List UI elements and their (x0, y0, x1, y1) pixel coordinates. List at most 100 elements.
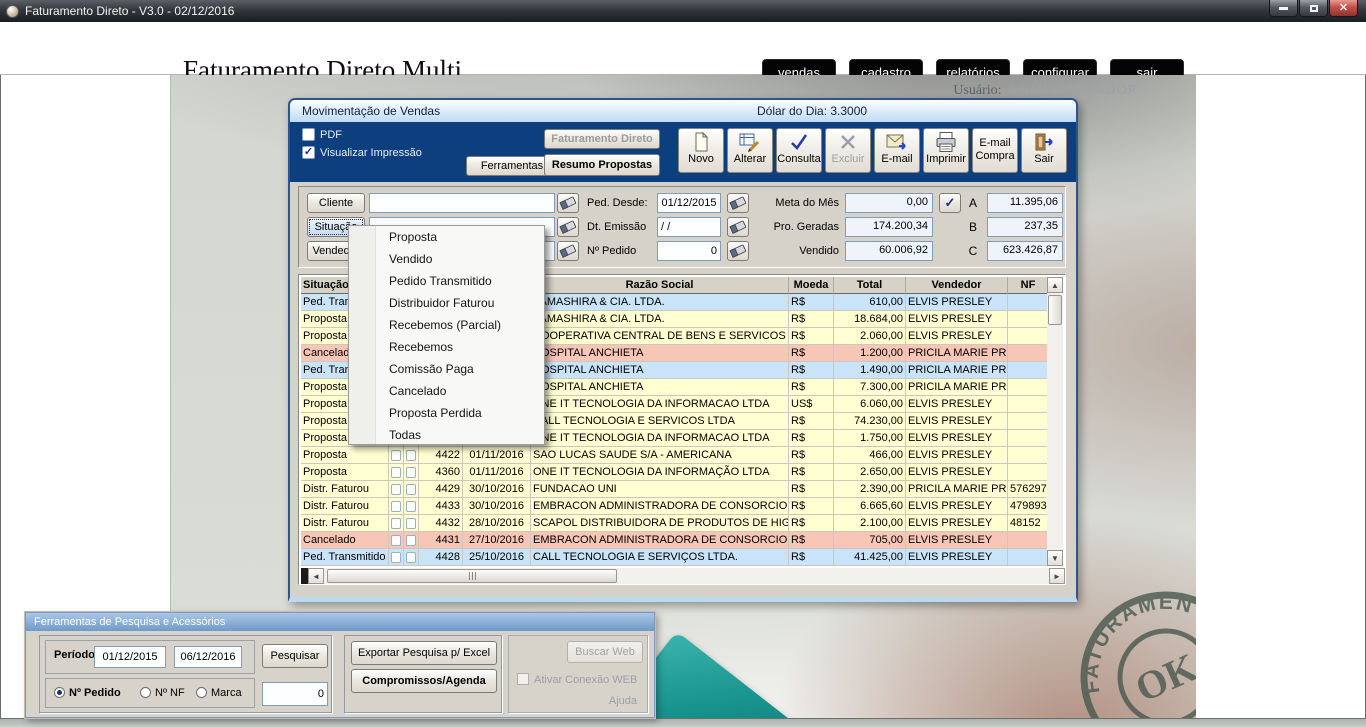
restore-button[interactable] (1299, 0, 1328, 17)
menu-item-todas[interactable]: Todas (349, 424, 544, 446)
radio-n-nf[interactable]: Nº NF (140, 679, 185, 707)
cell-cb1[interactable] (389, 464, 404, 481)
table-row[interactable]: Distr. Faturou442930/10/2016FUNDACAO UNI… (301, 481, 1049, 498)
vscroll-thumb[interactable] (1048, 295, 1062, 325)
column-header-moeda[interactable]: Moeda (789, 277, 834, 294)
row-checkbox[interactable] (406, 518, 416, 529)
horizontal-scrollbar[interactable]: ◄ ► (301, 568, 1065, 584)
radio-icon[interactable] (140, 687, 151, 698)
close-button[interactable]: ✕ (1329, 0, 1358, 17)
periodo-to-input[interactable] (174, 646, 242, 668)
vendedor-clear-button[interactable] (557, 241, 579, 261)
row-checkbox[interactable] (391, 484, 401, 495)
row-checkbox[interactable] (391, 552, 401, 563)
exportar-excel-button[interactable]: Exportar Pesquisa p/ Excel (351, 641, 497, 665)
menu-item-recebemos[interactable]: Recebemos (349, 336, 544, 358)
toolbar-button-email-compra[interactable]: E-mail Compra (972, 128, 1018, 173)
dt-emissao-clear-button[interactable] (727, 217, 749, 237)
radio-icon[interactable] (196, 687, 207, 698)
radio-marca[interactable]: Marca (196, 679, 242, 707)
table-row[interactable]: Cancelado443127/10/2016EMBRACON ADMINIST… (301, 532, 1049, 549)
situacao-clear-button[interactable] (557, 217, 579, 237)
cliente-input[interactable] (369, 193, 555, 213)
row-checkbox[interactable] (391, 501, 401, 512)
row-checkbox[interactable] (391, 535, 401, 546)
cell-cb2[interactable] (404, 549, 419, 566)
row-checkbox[interactable] (406, 535, 416, 546)
column-header-total[interactable]: Total (834, 277, 906, 294)
table-row[interactable]: Distr. Faturou443330/10/2016EMBRACON ADM… (301, 498, 1049, 515)
toolbar-button-sair[interactable]: Sair (1021, 128, 1067, 173)
cell-cb2[interactable] (404, 447, 419, 464)
row-checkbox[interactable] (406, 484, 416, 495)
pdf-checkbox[interactable] (302, 128, 315, 141)
cell-cb1[interactable] (389, 549, 404, 566)
table-row[interactable]: Ped. Transmitido442825/10/2016CALL TECNO… (301, 549, 1049, 566)
cell-cb2[interactable] (404, 498, 419, 515)
scroll-left-icon[interactable]: ◄ (308, 568, 324, 584)
pesquisar-button[interactable]: Pesquisar (262, 644, 328, 668)
menu-item-pedido-transmitido[interactable]: Pedido Transmitido (349, 270, 544, 292)
cliente-clear-button[interactable] (557, 193, 579, 213)
cell-cb1[interactable] (389, 515, 404, 532)
dt-emissao-input[interactable] (657, 217, 721, 237)
cell-cb2[interactable] (404, 515, 419, 532)
ped-desde-clear-button[interactable] (727, 193, 749, 213)
cell-cb1[interactable] (389, 532, 404, 549)
buscar-web-button[interactable]: Buscar Web (567, 641, 643, 663)
cell-cb1[interactable] (389, 481, 404, 498)
search-number-input[interactable] (262, 682, 328, 706)
compromissos-agenda-button[interactable]: Compromissos/Agenda (351, 669, 497, 693)
column-header-razao[interactable]: Razão Social (531, 277, 789, 294)
row-checkbox[interactable] (391, 450, 401, 461)
menu-item-recebemos-parcial-[interactable]: Recebemos (Parcial) (349, 314, 544, 336)
row-checkbox[interactable] (406, 552, 416, 563)
vertical-scrollbar[interactable]: ▲ ▼ (1047, 277, 1063, 566)
ativar-conexao-option[interactable]: Ativar Conexão WEB (517, 670, 637, 688)
scroll-right-icon[interactable]: ► (1049, 568, 1065, 584)
row-checkbox[interactable] (391, 518, 401, 529)
table-row[interactable]: Proposta436001/11/2016ONE IT TECNOLOGIA … (301, 464, 1049, 481)
visualizar-option[interactable]: ✓ Visualizar Impressão (302, 146, 422, 159)
cell-cb2[interactable] (404, 464, 419, 481)
row-checkbox[interactable] (391, 467, 401, 478)
cell-cb2[interactable] (404, 532, 419, 549)
scroll-down-icon[interactable]: ▼ (1047, 550, 1063, 566)
row-checkbox[interactable] (406, 501, 416, 512)
hscroll-thumb[interactable] (327, 569, 617, 583)
pdf-option[interactable]: PDF (302, 128, 342, 141)
toolbar-button-consulta[interactable]: Consulta (776, 128, 822, 173)
ativar-conexao-checkbox[interactable] (517, 673, 529, 685)
column-header-vendedor[interactable]: Vendedor (906, 277, 1008, 294)
menu-item-comiss-o-paga[interactable]: Comissão Paga (349, 358, 544, 380)
n-pedido-input[interactable] (657, 241, 721, 261)
table-row[interactable]: Proposta442201/11/2016SAO LUCAS SAUDE S/… (301, 447, 1049, 464)
toolbar-button-novo[interactable]: Novo (678, 128, 724, 173)
visualizar-checkbox[interactable]: ✓ (302, 146, 315, 159)
menu-item-cancelado[interactable]: Cancelado (349, 380, 544, 402)
ajuda-link[interactable]: Ajuda (609, 695, 637, 707)
menu-item-proposta-perdida[interactable]: Proposta Perdida (349, 402, 544, 424)
scroll-up-icon[interactable]: ▲ (1047, 277, 1063, 293)
column-header-nf[interactable]: NF (1008, 277, 1049, 294)
toolbar-button-email[interactable]: E-mail (874, 128, 920, 173)
toolbar-button-alterar[interactable]: Alterar (727, 128, 773, 173)
periodo-from-input[interactable] (94, 646, 166, 668)
resumo-propostas-button[interactable]: Resumo Propostas (544, 154, 660, 176)
ped-desde-input[interactable] (657, 193, 721, 213)
toolbar-button-excluir[interactable]: Excluir (825, 128, 871, 173)
minimize-button[interactable] (1269, 0, 1298, 17)
menu-item-proposta[interactable]: Proposta (349, 226, 544, 248)
meta-check-button[interactable]: ✓ (939, 193, 961, 213)
toolbar-button-imprimir[interactable]: Imprimir (923, 128, 969, 173)
n-pedido-clear-button[interactable] (727, 241, 749, 261)
cell-cb2[interactable] (404, 481, 419, 498)
row-checkbox[interactable] (406, 450, 416, 461)
menu-item-distribuidor-faturou[interactable]: Distribuidor Faturou (349, 292, 544, 314)
radio-n-pedido[interactable]: Nº Pedido (54, 679, 121, 707)
cell-cb1[interactable] (389, 498, 404, 515)
row-checkbox[interactable] (406, 467, 416, 478)
cell-cb1[interactable] (389, 447, 404, 464)
radio-icon[interactable] (54, 687, 65, 698)
table-row[interactable]: Distr. Faturou443228/10/2016SCAPOL DISTR… (301, 515, 1049, 532)
